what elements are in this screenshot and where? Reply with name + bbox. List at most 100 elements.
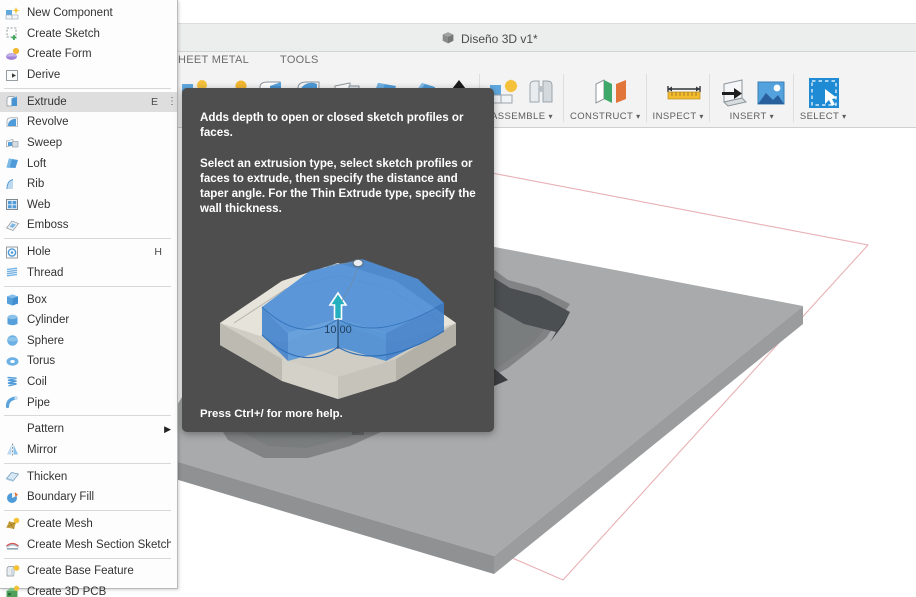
new-component-icon xyxy=(5,6,20,21)
menu-item-label: Sweep xyxy=(27,137,63,150)
menu-separator xyxy=(4,510,171,512)
menu-item-cylinder[interactable]: Cylinder xyxy=(0,310,177,331)
assemble-group-label: ASSEMBLE ▾ xyxy=(491,111,553,122)
revolve-icon xyxy=(5,115,20,130)
menu-item-label: Rib xyxy=(27,178,45,191)
tooltip-paragraph-2: Select an extrusion type, select sketch … xyxy=(200,156,476,216)
menu-item-new-component[interactable]: New Component xyxy=(0,3,177,24)
menu-item-label: Create Base Feature xyxy=(27,565,134,578)
insert-derive-icon[interactable] xyxy=(716,76,750,110)
menu-item-label: Torus xyxy=(27,355,56,368)
insert-group-label: INSERT ▾ xyxy=(729,111,775,122)
menu-item-label: Hole xyxy=(27,246,51,259)
joint-icon[interactable] xyxy=(524,76,558,110)
tooltip-body: Adds depth to open or closed sketch prof… xyxy=(182,88,494,217)
web-icon xyxy=(5,197,20,212)
offset-plane-icon[interactable] xyxy=(588,76,627,110)
menu-item-boundary-fill[interactable]: Boundary Fill xyxy=(0,487,177,508)
create-3d-pcb-icon xyxy=(5,585,20,597)
menu-item-extrude[interactable]: Extrude E ⋮ xyxy=(0,91,177,113)
menu-item-coil[interactable]: Coil xyxy=(0,372,177,393)
menu-item-label: Extrude xyxy=(27,95,67,108)
tooltip-footer: Press Ctrl+/ for more help. xyxy=(200,408,343,420)
ribbon-group-construct: CONSTRUCT ▾ xyxy=(564,70,647,128)
title-bar-strip xyxy=(178,0,916,24)
menu-item-label: Box xyxy=(27,293,47,306)
menu-separator xyxy=(4,285,171,287)
menu-item-sphere[interactable]: Sphere xyxy=(0,330,177,351)
boundary-fill-icon xyxy=(5,490,20,505)
menu-item-create-mesh[interactable]: Create Mesh xyxy=(0,514,177,535)
thread-icon xyxy=(5,265,20,280)
cylinder-icon xyxy=(5,313,20,328)
box-icon xyxy=(5,292,20,307)
menu-separator xyxy=(4,238,171,240)
measure-icon[interactable] xyxy=(661,76,701,110)
menu-item-create-mesh-section-sketch[interactable]: Create Mesh Section Sketch xyxy=(0,534,177,555)
assemble-group-icons xyxy=(486,70,558,110)
sweep-icon xyxy=(5,136,20,151)
menu-item-shortcut: E xyxy=(150,95,158,108)
menu-item-label: Sphere xyxy=(27,334,65,347)
sphere-icon xyxy=(5,333,20,348)
insert-canvas-icon[interactable] xyxy=(754,76,788,110)
derive-icon xyxy=(5,68,20,83)
menu-item-thicken[interactable]: Thicken xyxy=(0,466,177,487)
menu-item-loft[interactable]: Loft xyxy=(0,153,177,174)
menu-item-label: Boundary Fill xyxy=(27,491,95,504)
menu-item-thread[interactable]: Thread xyxy=(0,263,177,284)
menu-item-mirror[interactable]: Mirror xyxy=(0,440,177,461)
menu-item-overflow-icon[interactable]: ⋮ xyxy=(167,97,177,107)
create-sketch-icon xyxy=(5,26,20,41)
menu-item-pipe[interactable]: Pipe xyxy=(0,392,177,413)
menu-item-create-3d-pcb[interactable]: Create 3D PCB xyxy=(0,582,177,597)
menu-separator xyxy=(4,557,171,559)
menu-item-label: Create Mesh xyxy=(27,518,93,531)
extrude-dimension-label: 10.00 xyxy=(324,324,352,336)
document-tab-title: Diseño 3D v1* xyxy=(461,32,538,46)
rib-icon xyxy=(5,177,20,192)
hole-icon xyxy=(5,245,20,260)
menu-item-label: Coil xyxy=(27,375,47,388)
loft-icon xyxy=(5,156,20,171)
ribbon-tab-row: HEET METAL TOOLS xyxy=(178,54,916,70)
menu-item-emboss[interactable]: Emboss xyxy=(0,215,177,236)
menu-item-create-base-feature[interactable]: Create Base Feature xyxy=(0,561,177,582)
menu-separator xyxy=(4,87,171,89)
menu-item-torus[interactable]: Torus xyxy=(0,351,177,372)
menu-item-sweep[interactable]: Sweep xyxy=(0,133,177,154)
menu-separator xyxy=(4,415,171,417)
menu-item-revolve[interactable]: Revolve xyxy=(0,112,177,133)
coil-icon xyxy=(5,374,20,389)
menu-item-label: Loft xyxy=(27,157,47,170)
inspect-group-icons xyxy=(661,70,701,110)
menu-item-label: Revolve xyxy=(27,116,69,129)
torus-icon xyxy=(5,354,20,369)
menu-item-create-form[interactable]: Create Form xyxy=(0,44,177,65)
select-window-icon[interactable] xyxy=(806,76,840,110)
chevron-right-icon: ▶ xyxy=(164,423,171,434)
menu-item-derive[interactable]: Derive xyxy=(0,65,177,86)
menu-item-rib[interactable]: Rib xyxy=(0,174,177,195)
menu-item-hole[interactable]: Hole H xyxy=(0,242,177,263)
document-tab[interactable]: Diseño 3D v1* xyxy=(431,27,548,51)
menu-item-pattern[interactable]: Pattern ▶ xyxy=(0,419,177,440)
create-dropdown-menu[interactable]: New Component Create Sketch Create Form … xyxy=(0,0,178,597)
menu-item-label: Thicken xyxy=(27,470,68,483)
ribbon-tab-tools[interactable]: TOOLS xyxy=(280,54,319,66)
menu-item-label: Mirror xyxy=(27,443,58,456)
emboss-icon xyxy=(5,218,20,233)
menu-item-box[interactable]: Box xyxy=(0,289,177,310)
menu-item-label: Derive xyxy=(27,69,61,82)
thicken-icon xyxy=(5,469,20,484)
menu-item-label: Pipe xyxy=(27,396,51,409)
menu-item-label: Pattern xyxy=(27,423,65,436)
ribbon-tab-sheet-metal[interactable]: HEET METAL xyxy=(178,54,249,66)
ribbon-group-inspect: INSPECT ▾ xyxy=(647,70,711,128)
menu-item-shortcut: H xyxy=(154,246,162,259)
menu-item-create-sketch[interactable]: Create Sketch xyxy=(0,24,177,45)
extrude-preview-illustration: 10.00 xyxy=(182,223,494,428)
ribbon-group-insert: INSERT ▾ xyxy=(710,70,794,128)
create-mesh-section-sketch-icon xyxy=(5,537,20,552)
menu-item-web[interactable]: Web xyxy=(0,195,177,216)
